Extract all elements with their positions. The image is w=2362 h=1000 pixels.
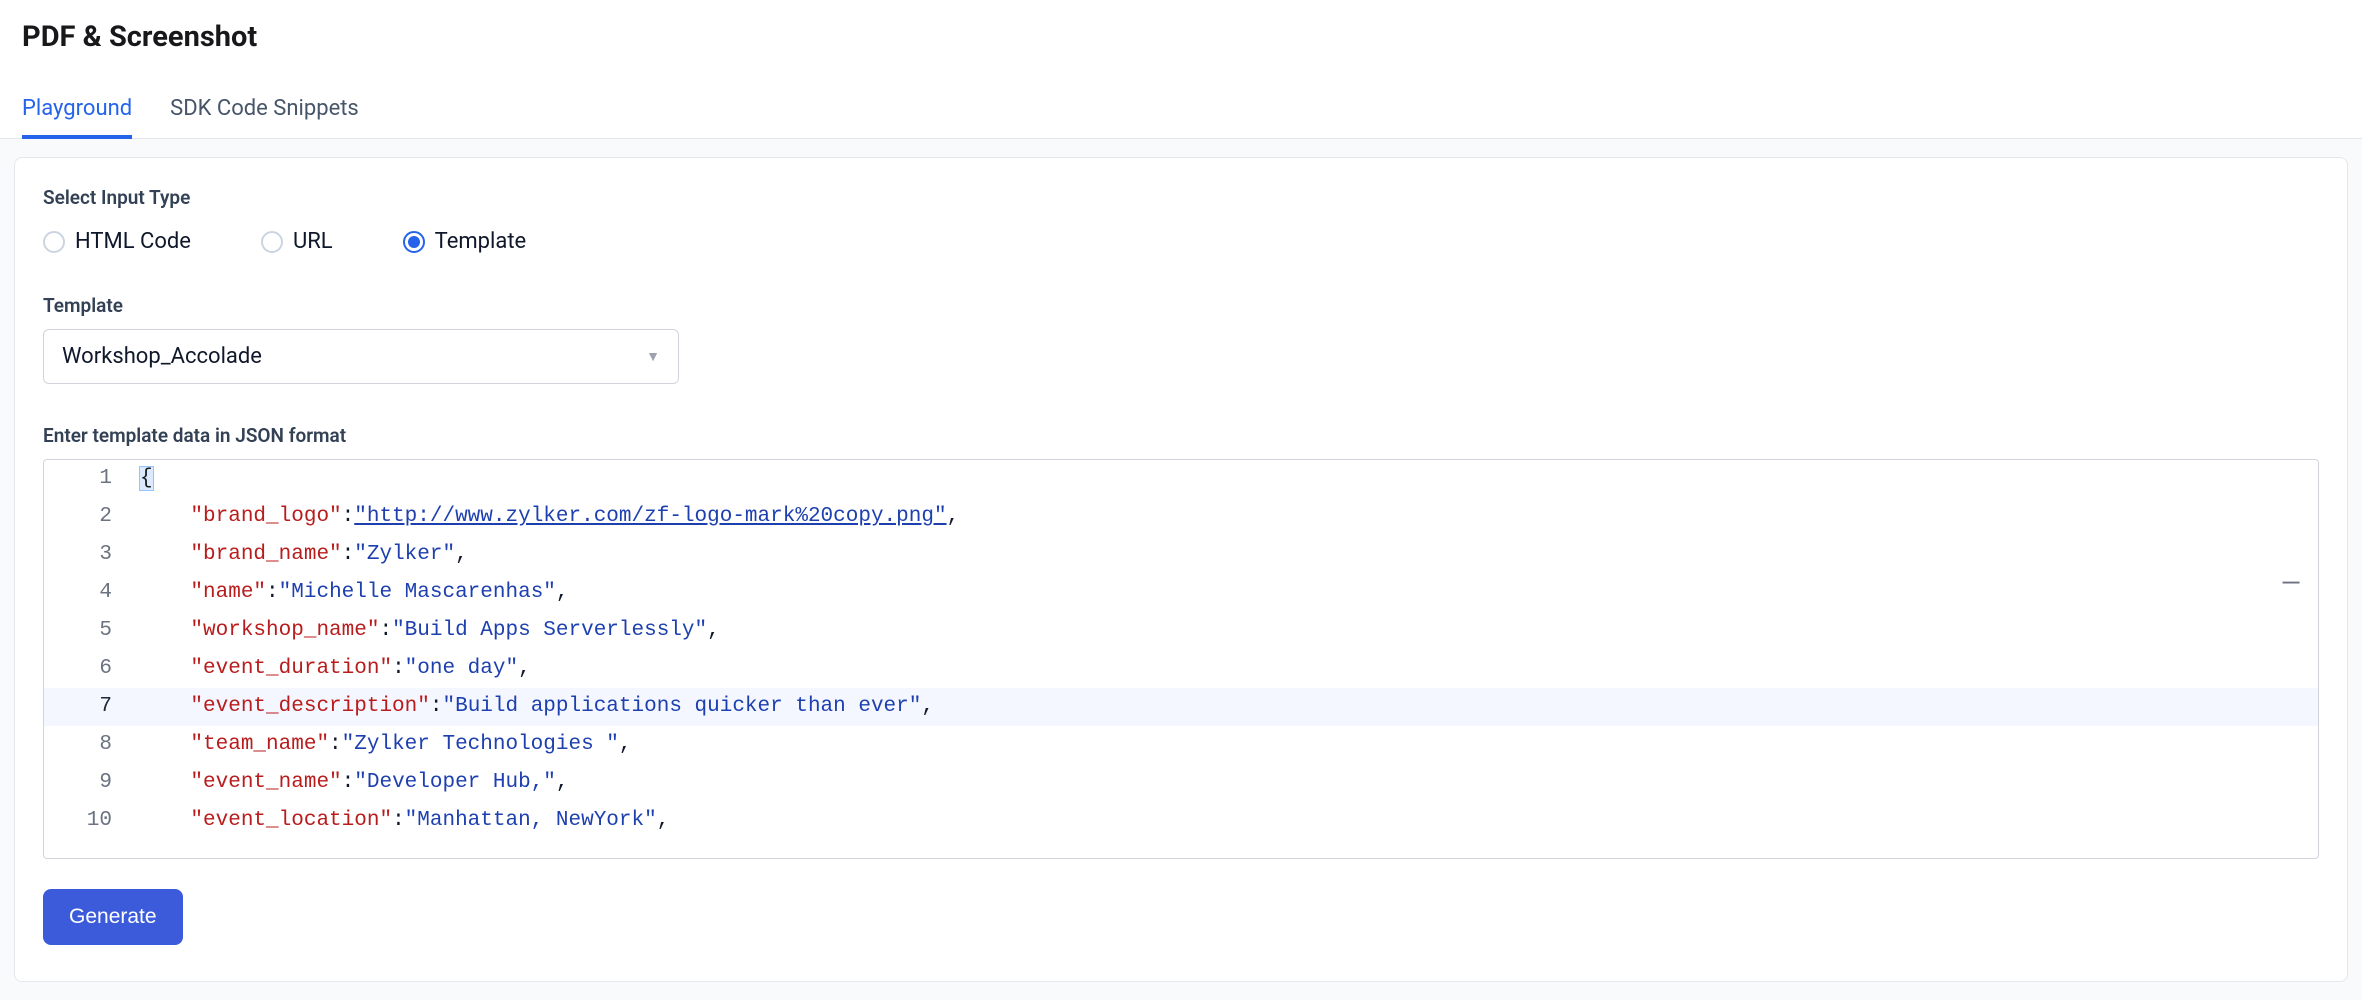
editor-line[interactable]: 1{ xyxy=(44,460,2318,498)
line-number: 8 xyxy=(44,726,140,764)
line-number: 9 xyxy=(44,764,140,802)
editor-line[interactable]: 5 "workshop_name":"Build Apps Serverless… xyxy=(44,612,2318,650)
line-code: "event_location":"Manhattan, NewYork", xyxy=(140,802,2318,840)
editor-line[interactable]: 10 "event_location":"Manhattan, NewYork"… xyxy=(44,802,2318,840)
editor-line[interactable]: 3 "brand_name":"Zylker", xyxy=(44,536,2318,574)
editor-line[interactable]: 9 "event_name":"Developer Hub,", xyxy=(44,764,2318,802)
radio-icon xyxy=(43,231,65,253)
radio-icon xyxy=(261,231,283,253)
playground-panel: Select Input Type HTML Code URL Template… xyxy=(14,157,2348,982)
line-number: 1 xyxy=(44,460,140,498)
input-type-label: Select Input Type xyxy=(43,186,2319,209)
editor-line[interactable]: 7 "event_description":"Build application… xyxy=(44,688,2318,726)
radio-label: URL xyxy=(293,229,333,254)
tab-sdk-snippets[interactable]: SDK Code Snippets xyxy=(170,82,359,139)
generate-button[interactable]: Generate xyxy=(43,889,183,945)
json-data-label: Enter template data in JSON format xyxy=(43,424,2319,447)
editor-line[interactable]: 8 "team_name":"Zylker Technologies ", xyxy=(44,726,2318,764)
page-title: PDF & Screenshot xyxy=(0,0,2362,64)
line-number: 3 xyxy=(44,536,140,574)
radio-icon xyxy=(403,231,425,253)
line-code: "team_name":"Zylker Technologies ", xyxy=(140,726,2318,764)
line-code: "event_description":"Build applications … xyxy=(140,688,2318,726)
line-number: 2 xyxy=(44,498,140,536)
line-number: 7 xyxy=(44,688,140,726)
line-number: 6 xyxy=(44,650,140,688)
radio-html-code[interactable]: HTML Code xyxy=(43,229,191,254)
line-number: 5 xyxy=(44,612,140,650)
editor-line[interactable]: 4 "name":"Michelle Mascarenhas", xyxy=(44,574,2318,612)
line-number: 4 xyxy=(44,574,140,612)
tab-playground[interactable]: Playground xyxy=(22,82,132,139)
line-code: "event_name":"Developer Hub,", xyxy=(140,764,2318,802)
radio-label: Template xyxy=(435,229,527,254)
collapse-icon[interactable]: — xyxy=(2281,569,2301,599)
tabs: Playground SDK Code Snippets xyxy=(0,64,2362,139)
editor-line[interactable]: 2 "brand_logo":"http://www.zylker.com/zf… xyxy=(44,498,2318,536)
editor-line[interactable]: 6 "event_duration":"one day", xyxy=(44,650,2318,688)
line-number: 10 xyxy=(44,802,140,840)
radio-url[interactable]: URL xyxy=(261,229,333,254)
line-code: "brand_logo":"http://www.zylker.com/zf-l… xyxy=(140,498,2318,536)
line-code: "event_duration":"one day", xyxy=(140,650,2318,688)
input-type-radios: HTML Code URL Template xyxy=(43,229,2319,254)
template-label: Template xyxy=(43,294,2319,317)
radio-template[interactable]: Template xyxy=(403,229,527,254)
line-code: "brand_name":"Zylker", xyxy=(140,536,2318,574)
line-code: { xyxy=(140,460,2318,498)
line-code: "workshop_name":"Build Apps Serverlessly… xyxy=(140,612,2318,650)
radio-label: HTML Code xyxy=(75,229,191,254)
line-code: "name":"Michelle Mascarenhas", xyxy=(140,574,2318,612)
template-select-value: Workshop_Accolade xyxy=(62,344,262,369)
template-select[interactable]: Workshop_Accolade ▼ xyxy=(43,329,679,384)
chevron-down-icon: ▼ xyxy=(646,348,660,365)
json-editor[interactable]: 1{2 "brand_logo":"http://www.zylker.com/… xyxy=(43,459,2319,859)
